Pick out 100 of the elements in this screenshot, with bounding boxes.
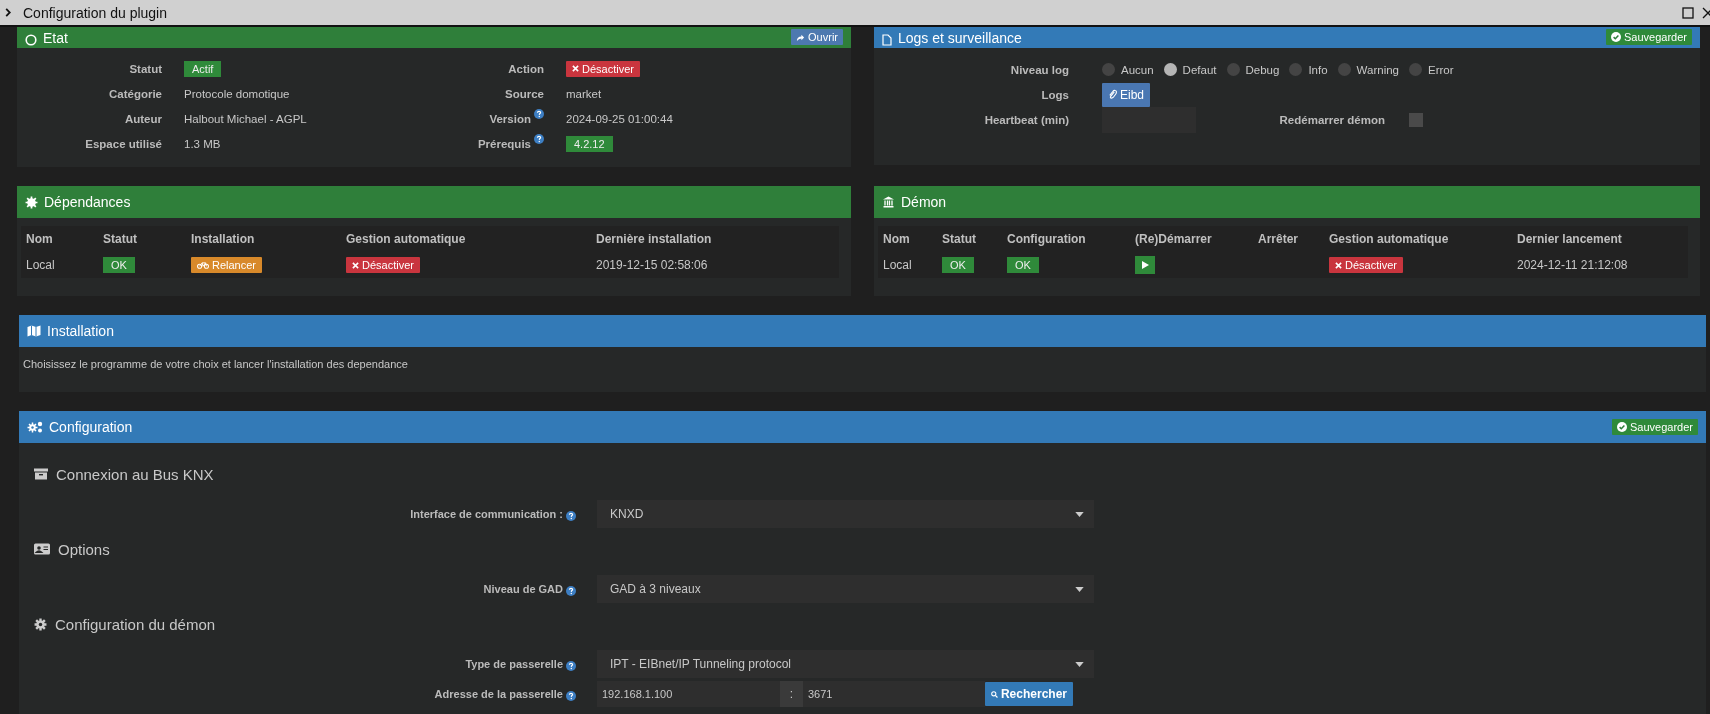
log-button[interactable]: Eibd bbox=[1102, 82, 1151, 107]
section-title: Connexion au Bus KNX bbox=[56, 465, 214, 483]
column-header: Nom bbox=[883, 232, 911, 246]
search-icon bbox=[991, 689, 998, 699]
map-icon bbox=[27, 325, 41, 337]
column-header: Configuration bbox=[1007, 232, 1087, 246]
description-text: Choisissez le programme de votre choix et lancer l'installation des dependance bbox=[23, 358, 408, 370]
field-value: 2024-09-25 01:00:44 bbox=[566, 112, 673, 125]
check-circle-icon bbox=[1617, 421, 1627, 432]
check-circle-icon bbox=[1611, 32, 1621, 42]
input-field[interactable] bbox=[1102, 106, 1196, 133]
close-icon bbox=[1335, 261, 1342, 269]
field-label: Source bbox=[505, 87, 544, 100]
section-title: Configuration du démon bbox=[55, 615, 216, 633]
gear-icon bbox=[34, 617, 47, 631]
column-header: Dernier lancement bbox=[1517, 232, 1623, 246]
panel-title: Dépendances bbox=[44, 194, 131, 210]
caret-icon bbox=[1075, 586, 1084, 592]
dropdown[interactable]: IPT - EIBnet/IP Tunneling protocol bbox=[597, 650, 1094, 678]
help-icon[interactable] bbox=[566, 510, 576, 521]
close-icon[interactable] bbox=[1702, 6, 1710, 19]
field-value: market bbox=[566, 87, 602, 100]
search-button[interactable]: Rechercher bbox=[985, 682, 1073, 706]
field-label: Adresse de la passerelle bbox=[434, 687, 563, 701]
panel-title: Logs et surveillance bbox=[898, 30, 1022, 46]
dropdown[interactable]: GAD à 3 niveaux bbox=[597, 575, 1094, 603]
panel-title: Démon bbox=[901, 194, 947, 210]
field-label: Espace utilisé bbox=[85, 137, 162, 150]
open-button[interactable]: Ouvrir bbox=[791, 29, 843, 45]
bank-icon bbox=[882, 196, 895, 208]
field-label: Statut bbox=[129, 62, 162, 75]
field-label: Niveau log bbox=[1009, 63, 1069, 76]
field-label: Niveau de GAD bbox=[483, 582, 563, 596]
column-header: Statut bbox=[942, 232, 977, 246]
panel-title: Installation bbox=[47, 323, 114, 339]
chevron-icon[interactable] bbox=[5, 8, 11, 17]
archive-icon bbox=[34, 468, 48, 480]
caret-icon bbox=[1075, 511, 1084, 517]
column-header: Gestion automatique bbox=[346, 232, 467, 246]
input-field[interactable]: 192.168.1.100 bbox=[597, 681, 780, 707]
radio-option[interactable]: Debug bbox=[1226, 63, 1280, 76]
section-title: Options bbox=[58, 540, 110, 558]
gears-icon bbox=[27, 421, 43, 433]
field-label: Auteur bbox=[124, 112, 162, 125]
status-badge: OK bbox=[942, 257, 974, 273]
help-icon[interactable] bbox=[566, 660, 576, 671]
maximize-icon[interactable] bbox=[1682, 6, 1694, 19]
refresh-icon bbox=[25, 34, 37, 46]
id-card-icon bbox=[34, 543, 50, 555]
field-label: Version bbox=[489, 112, 531, 125]
window-title: Configuration du plugin bbox=[23, 4, 167, 21]
play-icon bbox=[1140, 260, 1150, 270]
field-label: Logs bbox=[1040, 88, 1069, 101]
field-label: Catégorie bbox=[108, 87, 162, 100]
deactivate-button[interactable]: Désactiver bbox=[346, 257, 420, 273]
gear-icon bbox=[25, 195, 38, 209]
share-icon bbox=[796, 32, 806, 42]
status-badge: OK bbox=[103, 257, 135, 273]
panel-title: Etat bbox=[43, 30, 68, 46]
radio-option[interactable]: Error bbox=[1409, 63, 1454, 76]
column-header: Arrêter bbox=[1258, 232, 1300, 246]
column-header: Statut bbox=[103, 232, 138, 246]
radio-option[interactable]: Warning bbox=[1337, 63, 1399, 76]
deactivate-button[interactable]: Désactiver bbox=[1329, 257, 1403, 273]
deactivate-button[interactable]: Désactiver bbox=[566, 60, 640, 77]
radio-option[interactable]: Info bbox=[1289, 63, 1328, 76]
panel-title: Configuration bbox=[49, 419, 133, 435]
field-label: Action bbox=[508, 62, 544, 75]
column-header: Dernière installation bbox=[596, 232, 713, 246]
input-field[interactable]: 3671 bbox=[803, 681, 985, 707]
table-cell: Local bbox=[883, 258, 912, 272]
status-badge: 4.2.12 bbox=[566, 135, 613, 152]
help-icon[interactable] bbox=[566, 585, 576, 596]
radio-option[interactable]: Aucun bbox=[1102, 63, 1154, 76]
play-button[interactable] bbox=[1135, 256, 1155, 274]
status-badge: OK bbox=[1007, 257, 1039, 273]
close-icon bbox=[352, 261, 359, 269]
field-label: Redémarrer démon bbox=[1278, 113, 1385, 126]
table-cell: Local bbox=[26, 258, 55, 272]
field-value: 1.3 MB bbox=[184, 137, 221, 150]
field-value: Halbout Michael - AGPL bbox=[184, 112, 307, 125]
radio-option[interactable]: Defaut bbox=[1163, 63, 1217, 76]
column-header: Nom bbox=[26, 232, 54, 246]
field-label: Heartbeat (min) bbox=[983, 113, 1069, 126]
checkbox[interactable] bbox=[1409, 112, 1423, 127]
help-icon[interactable] bbox=[566, 690, 576, 701]
table-cell: 2019-12-15 02:58:06 bbox=[596, 258, 708, 272]
save-button[interactable]: Sauvegarder bbox=[1612, 418, 1698, 435]
field-label: Type de passerelle bbox=[465, 657, 563, 671]
help-icon[interactable] bbox=[534, 134, 544, 144]
column-header: Installation bbox=[191, 232, 256, 246]
save-button[interactable]: Sauvegarder bbox=[1606, 29, 1692, 45]
bicycle-icon bbox=[197, 261, 209, 269]
dropdown[interactable]: KNXD bbox=[597, 500, 1094, 528]
table-cell: 2024-12-11 21:12:08 bbox=[1517, 258, 1628, 272]
help-icon[interactable] bbox=[534, 109, 544, 119]
separator-label: : bbox=[780, 681, 803, 707]
field-value: Protocole domotique bbox=[184, 87, 290, 100]
column-header: (Re)Démarrer bbox=[1135, 232, 1213, 246]
column-header: Gestion automatique bbox=[1329, 232, 1450, 246]
